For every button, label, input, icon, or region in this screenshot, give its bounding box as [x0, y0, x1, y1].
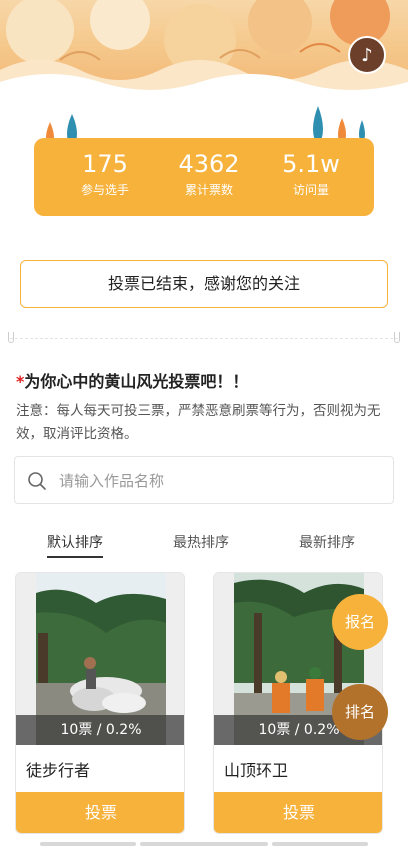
section-title-text: 为你心中的黄山风光投票吧！！ — [24, 372, 249, 391]
music-note-icon: ♪ — [361, 44, 373, 66]
entry-name: 徒步行者 — [26, 761, 91, 780]
tab-hot-sort[interactable]: 最热排序 — [173, 532, 229, 552]
vote-button[interactable]: 投票 — [214, 792, 382, 833]
ranking-float-button[interactable]: 排名 — [332, 684, 388, 740]
music-toggle-button[interactable]: ♪ — [348, 36, 386, 74]
next-row-edge — [140, 842, 268, 846]
section-title: *为你心中的黄山风光投票吧！！ — [16, 368, 248, 392]
stat-value: 175 — [82, 150, 128, 178]
stats-card: 175 参与选手 4362 累计票数 5.1w 访问量 — [34, 138, 374, 216]
stat-participants: 175 参与选手 — [50, 148, 160, 200]
search-input[interactable] — [57, 465, 381, 497]
stat-total-votes: 4362 累计票数 — [154, 148, 264, 200]
header-banner: ♪ — [0, 0, 408, 92]
tab-latest-sort[interactable]: 最新排序 — [299, 532, 355, 552]
search-icon — [28, 472, 46, 490]
tab-default-sort[interactable]: 默认排序 — [47, 532, 103, 558]
signup-float-button[interactable]: 报名 — [332, 594, 388, 650]
search-box — [14, 456, 394, 504]
entry-photo[interactable]: 10票 / 0.2% — [16, 573, 184, 745]
next-row-edge — [40, 842, 136, 846]
vote-button[interactable]: 投票 — [16, 792, 184, 833]
voting-rules: 注意：每人每天可投三票，严禁恶意刷票等行为，否则视为无效，取消评比资格。 — [16, 403, 381, 442]
stat-value: 4362 — [178, 150, 240, 178]
stat-visits: 5.1w 访问量 — [256, 148, 366, 200]
stat-label: 累计票数 — [184, 183, 233, 197]
banner-illustration — [0, 0, 408, 92]
stat-label: 访问量 — [292, 183, 329, 197]
entry-votes: 10票 / 0.2% — [16, 715, 184, 745]
stat-value: 5.1w — [282, 150, 340, 178]
entry-name: 山顶环卫 — [224, 761, 289, 780]
stats-section: 175 参与选手 4362 累计票数 5.1w 访问量 — [0, 92, 408, 242]
next-row-edge — [272, 842, 368, 846]
stat-label: 参与选手 — [80, 183, 129, 197]
section-divider — [0, 330, 408, 344]
sort-tabs: 默认排序 最热排序 最新排序 — [0, 532, 408, 562]
voting-ended-notice: 投票已结束，感谢您的关注 — [20, 260, 388, 308]
entry-card[interactable]: 10票 / 0.2% 徒步行者 投票 — [15, 572, 185, 834]
